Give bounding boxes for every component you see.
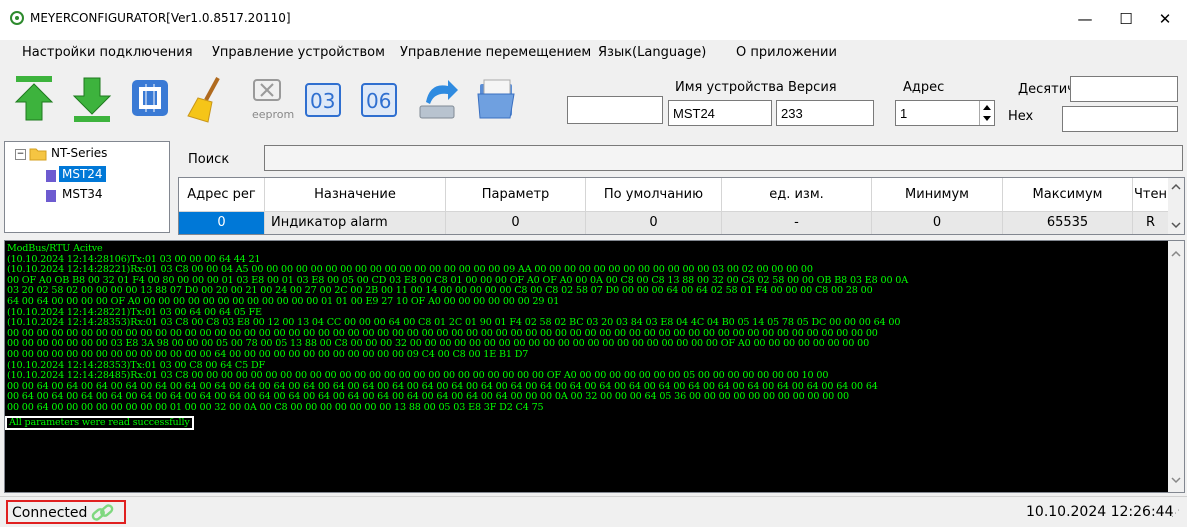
tree-root-label[interactable]: NT-Series bbox=[51, 146, 107, 160]
log-line: 64 00 64 00 00 00 00 OF A0 00 00 00 00 0… bbox=[7, 295, 560, 307]
toolbar: eeprom 03 06 Имя устройства Версия Адрес bbox=[0, 66, 1187, 138]
cell-register[interactable]: 0 bbox=[179, 212, 265, 234]
resize-grip-icon[interactable]: ⋰ bbox=[1171, 509, 1180, 519]
app-gear-icon bbox=[10, 11, 24, 25]
connection-status-label: Connected bbox=[12, 505, 88, 521]
console-scrollbar[interactable] bbox=[1168, 241, 1184, 492]
menu-device-control[interactable]: Управление устройством bbox=[212, 45, 385, 60]
cell-unit[interactable]: - bbox=[722, 212, 872, 234]
table-scrollbar[interactable] bbox=[1168, 178, 1184, 234]
col-header-default[interactable]: По умолчанию bbox=[586, 178, 722, 212]
cell-max[interactable]: 65535 bbox=[1003, 212, 1133, 234]
read-03-label: 03 bbox=[310, 89, 336, 113]
decimal-field[interactable] bbox=[1070, 76, 1178, 102]
cell-min[interactable]: 0 bbox=[872, 212, 1003, 234]
eeprom-label: eeprom bbox=[252, 108, 295, 121]
tree-item-mst24[interactable]: MST24 bbox=[59, 166, 106, 182]
cell-read[interactable]: R bbox=[1133, 212, 1169, 234]
device-icon bbox=[46, 170, 56, 182]
window-title: MEYERCONFIGURATOR[Ver1.0.8517.20110] bbox=[30, 11, 291, 25]
write-06-icon[interactable]: 06 bbox=[358, 74, 402, 124]
col-header-unit[interactable]: ед. изм. bbox=[722, 178, 872, 212]
folder-icon bbox=[29, 148, 47, 161]
cell-default[interactable]: 0 bbox=[586, 212, 722, 234]
log-line: ModBus/RTU Acitve bbox=[7, 243, 103, 254]
hex-label: Hex bbox=[1008, 109, 1034, 124]
save-device-icon[interactable] bbox=[416, 74, 460, 124]
address-label: Адрес bbox=[903, 80, 945, 95]
open-folder-icon[interactable] bbox=[474, 74, 518, 124]
write-06-label: 06 bbox=[366, 89, 392, 113]
tree-item-mst34[interactable]: MST34 bbox=[62, 187, 103, 201]
status-bar: Connected 10.10.2024 12:26:44 ⋰ bbox=[0, 496, 1187, 527]
version-field[interactable] bbox=[776, 100, 874, 126]
col-header-purpose[interactable]: Назначение bbox=[265, 178, 446, 212]
blank-field[interactable] bbox=[567, 96, 663, 124]
col-header-min[interactable]: Минимум bbox=[872, 178, 1003, 212]
device-tree: − NT-Series MST24 MST34 bbox=[4, 141, 170, 233]
search-label: Поиск bbox=[188, 152, 230, 167]
search-row: Поиск bbox=[178, 141, 1185, 177]
chip-icon[interactable] bbox=[128, 74, 172, 124]
col-header-register[interactable]: Адрес рег bbox=[179, 178, 265, 212]
log-line: 00 00 64 00 00 00 00 00 00 00 00 01 00 0… bbox=[7, 401, 544, 413]
title-bar: MEYERCONFIGURATOR[Ver1.0.8517.20110] — ☐… bbox=[0, 0, 1187, 40]
collapse-toggle-icon[interactable]: − bbox=[15, 149, 26, 160]
menu-motion-control[interactable]: Управление перемещением bbox=[400, 45, 591, 60]
close-button[interactable]: ✕ bbox=[1150, 8, 1180, 30]
read-03-icon[interactable]: 03 bbox=[302, 74, 346, 124]
maximize-button[interactable]: ☐ bbox=[1111, 8, 1141, 30]
menu-about[interactable]: О приложении bbox=[736, 45, 837, 60]
menu-bar: Настройки подключения Управление устройс… bbox=[0, 40, 1187, 66]
hex-field[interactable] bbox=[1062, 106, 1178, 132]
eeprom-icon[interactable]: eeprom bbox=[244, 74, 294, 124]
connection-status: Connected bbox=[6, 500, 126, 524]
address-spinner[interactable] bbox=[979, 101, 994, 125]
link-icon bbox=[91, 504, 114, 521]
search-input[interactable] bbox=[264, 145, 1183, 171]
parameter-table: Адрес рег Назначение Параметр По умолчан… bbox=[178, 177, 1185, 235]
minimize-button[interactable]: — bbox=[1070, 8, 1100, 30]
menu-connection-settings[interactable]: Настройки подключения bbox=[22, 45, 193, 60]
log-line: 00 00 00 00 00 00 00 00 00 00 00 00 00 0… bbox=[7, 348, 529, 360]
version-label: Версия bbox=[788, 80, 837, 95]
log-line-success: All parameters were read successfully bbox=[5, 415, 194, 431]
col-header-read[interactable]: Чтен bbox=[1133, 178, 1169, 212]
log-lines: ModBus/RTU Acitve (10.10.2024 12:14:2810… bbox=[5, 243, 1167, 431]
upload-icon[interactable] bbox=[12, 74, 56, 124]
log-console[interactable]: ModBus/RTU Acitve (10.10.2024 12:14:2810… bbox=[4, 240, 1185, 493]
menu-language[interactable]: Язык(Language) bbox=[598, 45, 706, 60]
col-header-parameter[interactable]: Параметр bbox=[446, 178, 586, 212]
status-datetime: 10.10.2024 12:26:44 bbox=[1026, 504, 1174, 520]
device-name-field[interactable] bbox=[668, 100, 772, 126]
broom-icon[interactable] bbox=[186, 74, 230, 124]
device-icon bbox=[46, 190, 56, 202]
device-name-label: Имя устройства bbox=[675, 80, 784, 95]
download-icon[interactable] bbox=[70, 74, 114, 124]
cell-purpose[interactable]: Индикатор alarm bbox=[265, 212, 446, 234]
cell-parameter[interactable]: 0 bbox=[446, 212, 586, 234]
col-header-max[interactable]: Максимум bbox=[1003, 178, 1133, 212]
